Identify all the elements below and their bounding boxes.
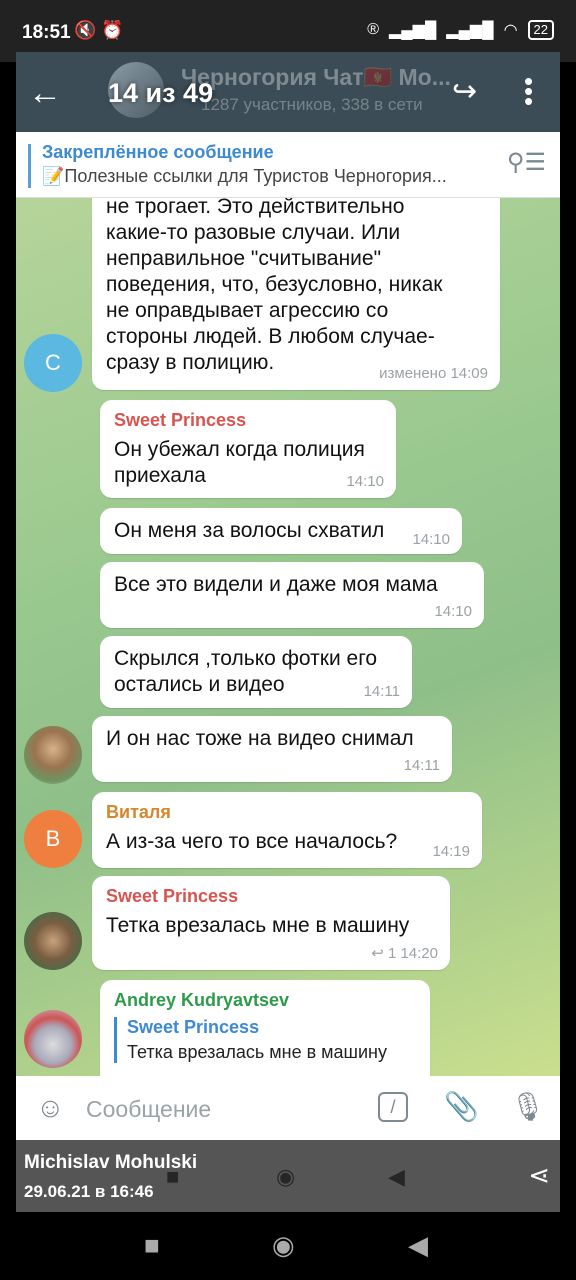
signal-icon-2: ▂▄▆█ [446, 22, 494, 39]
pinned-message[interactable]: Закреплённое сообщение 📝Полезные ссылки … [16, 132, 560, 198]
message-bubble[interactable]: Он меня за волосы схватил 14:10 [100, 508, 462, 554]
message-text: не трогает. Это действительно какие-то р… [106, 198, 443, 374]
recent-apps-icon[interactable]: ■ [144, 1230, 160, 1261]
message-text: Он меня за волосы схватил [114, 519, 385, 542]
author-name[interactable]: Michislav Mohulski [24, 1152, 197, 1174]
status-icons-left: 🔇 ⏰ [74, 20, 124, 40]
pinned-text: 📝Полезные ссылки для Туристов Черногория… [42, 166, 447, 186]
message-text: Он убежал когда полиция приехала [114, 438, 365, 487]
system-nav-bar: ■ ◉ ◀ [0, 1212, 576, 1280]
message-time: 14:19 [432, 843, 470, 860]
chat-title[interactable]: Черногория Чат🇲🇪 Мо... [181, 64, 451, 91]
message-bubble[interactable]: Andrey Kudryavtsev Sweet Princess Тетка … [100, 980, 430, 1076]
mic-icon[interactable]: 🎙 [510, 1090, 546, 1123]
message-text: Все это видели и даже моя мама [114, 573, 438, 596]
message-bubble[interactable]: И он нас тоже на видео снимал 14:11 [92, 716, 452, 782]
message-sender[interactable]: Sweet Princess [114, 410, 382, 431]
command-icon[interactable]: / [378, 1092, 408, 1122]
message-text: И он нас тоже на видео снимал [106, 727, 414, 750]
avatar[interactable] [24, 912, 82, 970]
message-text: Тетка врезалась мне в машину [106, 914, 410, 937]
avatar[interactable] [24, 1010, 82, 1068]
back-arrow-icon[interactable]: ← [28, 74, 62, 113]
message-input[interactable]: Сообщение [86, 1096, 211, 1123]
gallery-counter: 14 из 49 [108, 78, 214, 108]
message-time: 14:11 [363, 683, 400, 700]
clock: 18:51 [22, 22, 71, 43]
registered-icon: ® [367, 21, 379, 38]
chat-subtitle: 1287 участников, 338 в сети [201, 95, 423, 114]
back-icon[interactable]: ◀ [408, 1230, 428, 1261]
emoji-icon[interactable]: ☺ [36, 1092, 65, 1124]
attach-icon[interactable]: 📎 [444, 1090, 479, 1123]
avatar[interactable] [24, 726, 82, 784]
message-time: изменено 14:09 [379, 365, 488, 382]
more-vert-icon[interactable]: • • • [524, 68, 533, 114]
message-time: 14:11 [403, 757, 440, 774]
share-arrow-icon[interactable]: ↪ [452, 74, 477, 109]
chat-header: ← 14 из 49 Черногория Чат🇲🇪 Мо... 1287 у… [16, 52, 560, 132]
message-bubble[interactable]: Виталя А из-за чего то все началось? 14:… [92, 792, 482, 868]
ghost-back-icon: ◀ [388, 1164, 405, 1189]
message-text: А из-за чего то все началось? [106, 830, 398, 853]
ghost-circle-icon: ◉ [276, 1164, 296, 1189]
status-icons-right: ® ▂▄▆█ ▂▄▆█ ◠ 22 [367, 20, 554, 40]
message-input-bar: ☺ Сообщение / 📎 🎙 [16, 1076, 560, 1140]
home-icon[interactable]: ◉ [272, 1230, 295, 1261]
message-sender[interactable]: Виталя [106, 802, 468, 823]
pinned-bar [28, 144, 31, 188]
wifi-icon: ◠ [503, 22, 518, 39]
battery-icon: 22 [527, 20, 554, 40]
message-sender[interactable]: Andrey Kudryavtsev [114, 990, 416, 1011]
avatar[interactable]: В [24, 810, 82, 868]
message-bubble[interactable]: Sweet Princess Он убежал когда полиция п… [100, 400, 396, 498]
message-bubble[interactable]: не трогает. Это действительно какие-то р… [92, 198, 500, 390]
message-sender[interactable]: Sweet Princess [106, 886, 436, 907]
message-bubble[interactable]: Sweet Princess Тетка врезалась мне в маш… [92, 876, 450, 970]
message-time: 14:10 [412, 531, 450, 548]
reply-quote-text: Тетка врезалась мне в машину [127, 1042, 387, 1062]
pinned-title: Закреплённое сообщение [42, 142, 274, 162]
chat-messages[interactable]: не трогает. Это действительно какие-то р… [16, 198, 560, 1076]
share-icon[interactable]: ⋖ [528, 1160, 550, 1191]
media-author-bar: ■ ◉ ◀ Michislav Mohulski 29.06.21 в 16:4… [16, 1140, 560, 1212]
message-time: ↩ 1 14:20 [371, 945, 438, 962]
message-time: 14:10 [434, 603, 472, 620]
avatar[interactable]: C [24, 334, 82, 392]
pin-list-icon[interactable]: ⚲☰ [507, 148, 546, 177]
signal-icon: ▂▄▆█ [389, 22, 437, 39]
reply-quote[interactable]: Sweet Princess Тетка врезалась мне в маш… [114, 1017, 416, 1063]
message-bubble[interactable]: Скрылся ,только фотки его остались и вид… [100, 636, 412, 708]
message-time: 14:10 [346, 473, 384, 490]
reply-quote-name: Sweet Princess [127, 1017, 260, 1037]
message-bubble[interactable]: Все это видели и даже моя мама 14:10 [100, 562, 484, 628]
message-text: Скрылся ,только фотки его остались и вид… [114, 647, 378, 696]
author-date: 29.06.21 в 16:46 [24, 1182, 154, 1201]
